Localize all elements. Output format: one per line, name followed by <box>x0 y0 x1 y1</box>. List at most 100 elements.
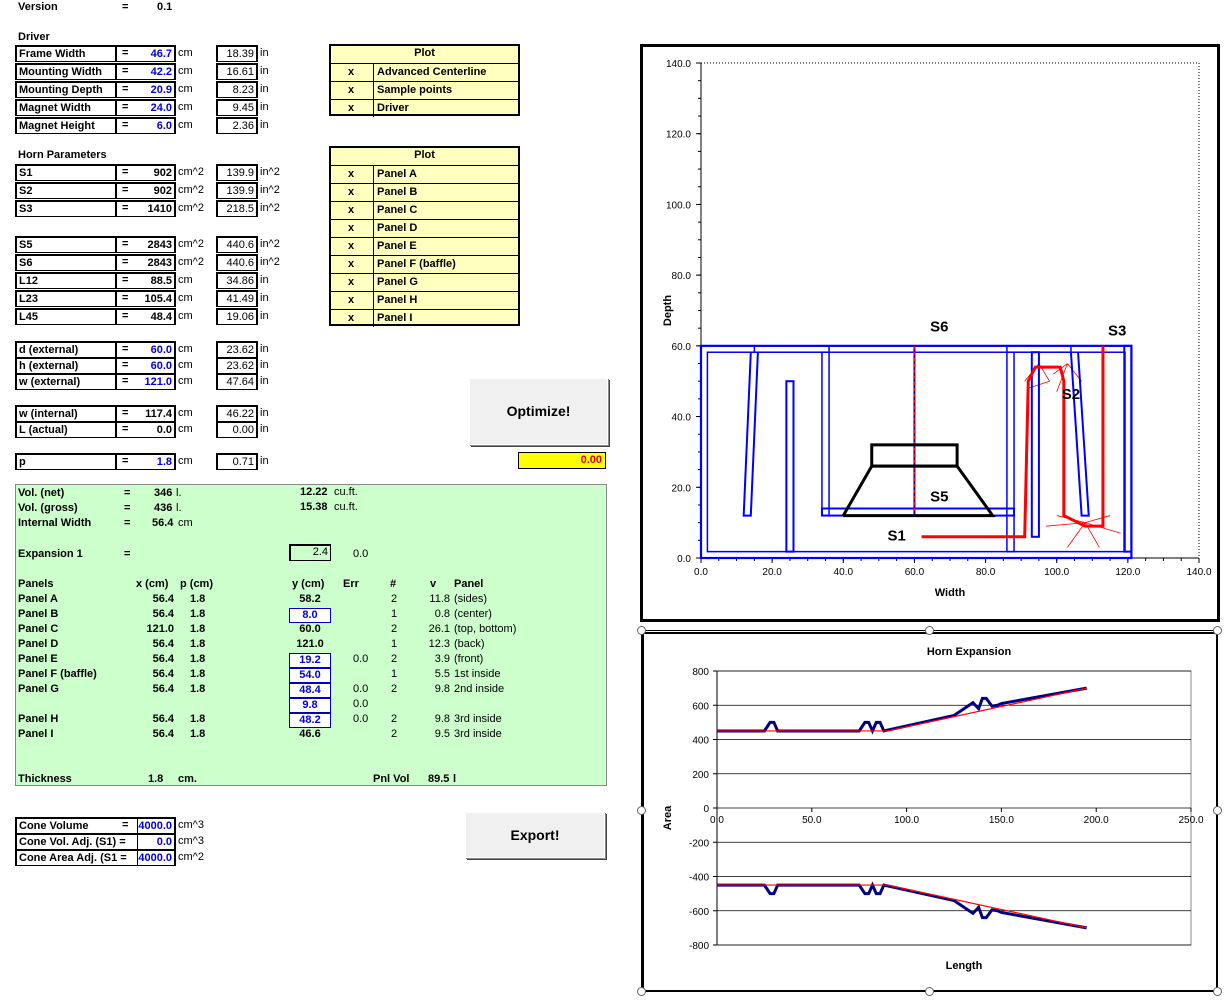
panel-desc: (center) <box>454 608 492 620</box>
row-unit-in: in <box>260 423 269 435</box>
panel-count: 2 <box>391 593 398 605</box>
vol-gross-value: 436 <box>154 502 173 514</box>
row-value-cm[interactable]: 46.7 <box>116 45 176 62</box>
p-value-cm[interactable]: 1.8 <box>116 453 176 470</box>
row-unit: cm <box>178 47 193 59</box>
resize-handle[interactable] <box>925 987 934 996</box>
plot-option-check[interactable]: x <box>331 258 371 270</box>
panel-y-input[interactable]: 19.2 <box>289 653 331 668</box>
panel-name: Panel B <box>18 608 59 620</box>
row-value-cm[interactable]: 24.0 <box>116 99 176 116</box>
row-unit-in: in <box>260 119 269 131</box>
plot-option-check[interactable]: x <box>331 294 371 306</box>
version-eq: = <box>122 1 129 13</box>
row-label: Mounting Depth <box>15 81 116 98</box>
plot-option-check[interactable]: x <box>331 102 371 114</box>
row-value-in: 23.62 <box>216 357 258 374</box>
resize-handle[interactable] <box>637 806 646 815</box>
row-value-cm[interactable]: 60.0 <box>116 357 176 374</box>
region-label: S3 <box>1108 322 1126 339</box>
cone-value[interactable]: 4000.0 <box>137 849 176 866</box>
plot-option-row[interactable]: x Panel E <box>331 237 518 255</box>
plot-option-row[interactable]: x Panel B <box>331 183 518 201</box>
plot-option-row[interactable]: x Sample points <box>331 81 518 99</box>
plot-option-row[interactable]: x Panel F (baffle) <box>331 255 518 273</box>
plot-option-check[interactable]: x <box>331 186 371 198</box>
plot-option-row[interactable]: x Panel G <box>331 273 518 291</box>
series-line <box>717 686 1087 735</box>
internal-width-label: Internal Width <box>18 517 92 529</box>
plot-option-check[interactable]: x <box>331 312 371 324</box>
row-value-cm[interactable]: 117.4 <box>116 405 176 422</box>
panel-y-input[interactable]: 9.8 <box>289 698 331 713</box>
plot-option-check[interactable]: x <box>331 66 371 78</box>
panel-y: 46.6 <box>299 728 321 740</box>
plot-option-row[interactable]: x Panel H <box>331 291 518 309</box>
row-value[interactable]: 902 <box>116 182 176 199</box>
resize-handle[interactable] <box>925 626 934 635</box>
row-value-cm[interactable]: 60.0 <box>116 341 176 358</box>
row-value-in: 218.5 <box>216 200 258 217</box>
plot-option-row[interactable]: x Panel D <box>331 219 518 237</box>
row-value[interactable]: 2843 <box>116 254 176 271</box>
panel-y-input[interactable]: 54.0 <box>289 668 331 683</box>
panel-err: 0.0 <box>353 713 369 725</box>
row-value-cm[interactable]: 42.2 <box>116 63 176 80</box>
vol-net-label: Vol. (net) <box>18 487 65 499</box>
panel-v: 9.8 <box>434 683 450 695</box>
resize-handle[interactable] <box>637 626 646 635</box>
optimize-button[interactable]: Optimize! <box>469 378 608 445</box>
plot-option-check[interactable]: x <box>331 276 371 288</box>
row-value[interactable]: 105.4 <box>116 290 176 307</box>
resize-handle[interactable] <box>637 987 646 996</box>
x-tick-label: 100.0 <box>1044 567 1069 578</box>
row-value-cm[interactable]: 0.0 <box>116 421 176 438</box>
plot-option-check[interactable]: x <box>331 168 371 180</box>
resize-handle[interactable] <box>1213 626 1222 635</box>
col-header-panel: Panel <box>454 578 484 590</box>
expansion-value[interactable]: 2.4 <box>289 544 331 561</box>
row-value[interactable]: 902 <box>116 164 176 181</box>
row-value-cm[interactable]: 121.0 <box>116 373 176 390</box>
cone-value[interactable]: 0.0 <box>137 833 176 850</box>
plot-option-row[interactable]: x Advanced Centerline <box>331 63 518 81</box>
thickness-unit: cm. <box>178 773 197 785</box>
expansion-label: Expansion 1 <box>18 548 83 560</box>
row-value[interactable]: 2843 <box>116 236 176 253</box>
export-button[interactable]: Export! <box>465 812 605 858</box>
row-value-in: 19.06 <box>216 308 258 325</box>
cone-value[interactable]: 4000.0 <box>137 817 176 834</box>
plot-option-check[interactable]: x <box>331 240 371 252</box>
plot-option-row[interactable]: x Panel I <box>331 309 518 327</box>
panel-x: 56.4 <box>152 638 174 650</box>
row-value[interactable]: 1410 <box>116 200 176 217</box>
panel-y-input[interactable]: 48.4 <box>289 683 331 698</box>
panel-y: 58.2 <box>299 593 321 605</box>
panel-y-input[interactable]: 48.2 <box>289 713 331 728</box>
row-value-cm[interactable]: 20.9 <box>116 81 176 98</box>
horn-expansion-chart[interactable]: Horn Expansion 800 600 400 200 0 -200 -400 -600 -… <box>642 632 1218 992</box>
resize-handle[interactable] <box>1213 806 1222 815</box>
eq-sign: = <box>124 517 131 529</box>
row-unit: cm <box>178 83 193 95</box>
plot-option-row[interactable]: x Driver <box>331 99 518 117</box>
series-line-mirror <box>717 884 1087 929</box>
plot-option-check[interactable]: x <box>331 84 371 96</box>
region-label: S5 <box>930 488 948 505</box>
row-value[interactable]: 88.5 <box>116 272 176 289</box>
row-value[interactable]: 48.4 <box>116 308 176 325</box>
plot-option-check[interactable]: x <box>331 222 371 234</box>
resize-handle[interactable] <box>1213 987 1222 996</box>
panel-v: 26.1 <box>428 623 450 635</box>
panel-y: 121.0 <box>296 638 324 650</box>
panel-v: 0.8 <box>434 608 450 620</box>
panel-y-input[interactable]: 8.0 <box>289 608 331 623</box>
row-unit-in: in <box>260 83 269 95</box>
plot-option-row[interactable]: x Panel C <box>331 201 518 219</box>
row-value-cm[interactable]: 6.0 <box>116 117 176 134</box>
plot-option-check[interactable]: x <box>331 204 371 216</box>
row-unit: cm <box>178 359 193 371</box>
panel-row: Panel F (baffle) 56.4 1.8 54.0 1 5.5 1st insid… <box>16 668 606 683</box>
plot-option-row[interactable]: x Panel A <box>331 165 518 183</box>
vol-gross-unit: l. <box>176 502 182 514</box>
